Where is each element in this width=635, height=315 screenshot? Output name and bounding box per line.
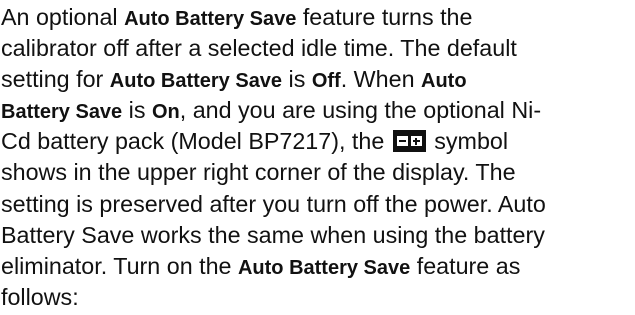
bold-term: Auto Battery Save [109,70,283,93]
text-line-3: setting for Auto Battery Save is Off. Wh… [1,66,467,93]
text-line-9: eliminator. Turn on the Auto Battery Sav… [1,252,521,279]
battery-icon [392,130,426,153]
bold-term: Auto Battery Save [237,256,411,279]
bold-term: Battery Save [1,101,123,124]
text-line-2: calibrator off after a selected idle tim… [1,35,517,62]
auto-battery-save-paragraph: An optional Auto Battery Save feature tu… [1,2,635,313]
text-line-5: Cd battery pack (Model BP7217), the symb… [1,128,509,155]
text-line-1: An optional Auto Battery Save feature tu… [1,4,473,30]
text-line-10: follows: [1,283,79,310]
bold-term: On [151,101,180,124]
text-line-4: Battery Save is On, and you are using th… [1,97,542,124]
text-line-8: Battery Save works the same when using t… [1,221,545,248]
bold-term: Off [311,70,341,93]
bold-term: Auto Battery Save [124,8,297,30]
text-line-6: shows in the upper right corner of the d… [1,159,516,186]
document-page: An optional Auto Battery Save feature tu… [0,0,635,315]
bold-term: Auto [421,70,467,93]
text-line-7: setting is preserved after you turn off … [1,190,546,217]
